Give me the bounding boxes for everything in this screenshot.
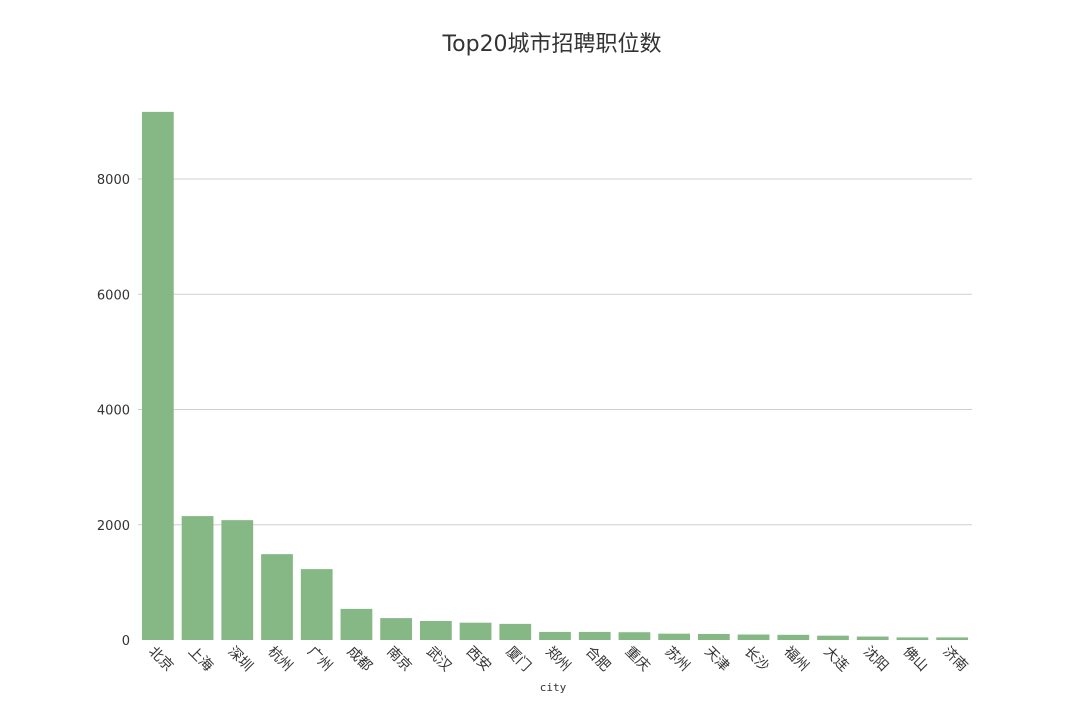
x-tick-label: 长沙 — [741, 644, 772, 675]
bar — [340, 608, 373, 640]
x-tick-label: 武汉 — [423, 644, 454, 675]
y-tick-label: 2000 — [97, 519, 130, 534]
x-axis-label: city — [540, 681, 567, 694]
x-tick-label: 上海 — [185, 644, 216, 675]
bar — [856, 636, 889, 640]
bar — [777, 634, 810, 640]
bar — [459, 622, 492, 640]
x-tick-label: 合肥 — [582, 644, 613, 675]
bar — [221, 520, 254, 640]
x-tick-label: 成都 — [344, 644, 375, 675]
x-tick-label: 重庆 — [622, 644, 653, 675]
bar — [658, 633, 691, 640]
bar — [380, 618, 413, 640]
bar — [936, 637, 969, 640]
x-tick-label: 杭州 — [264, 644, 295, 675]
bar — [261, 554, 293, 640]
x-tick-label: 北京 — [145, 644, 176, 675]
y-tick-label: 0 — [122, 634, 130, 649]
y-axis-ticks: 0 2000 4000 6000 8000 — [97, 173, 130, 649]
bar — [578, 631, 611, 640]
x-tick-label: 苏州 — [661, 644, 692, 675]
y-tick-label: 8000 — [97, 173, 130, 188]
bar — [419, 620, 452, 640]
x-tick-label: 厦门 — [503, 644, 534, 675]
x-tick-label: 济南 — [939, 644, 970, 675]
x-tick-label: 沈阳 — [860, 644, 891, 675]
bar — [737, 634, 770, 640]
x-tick-label: 南京 — [383, 644, 414, 675]
bar — [181, 516, 214, 640]
x-tick-label: 深圳 — [225, 644, 256, 675]
bar — [896, 637, 929, 640]
x-tick-label: 郑州 — [542, 644, 573, 675]
x-axis-ticks: 北京 上海 深圳 杭州 广州 成都 南京 武汉 西安 厦门 郑州 合肥 重庆 苏州 天津 长沙 福州 大连 沈阳 佛山… — [145, 644, 970, 675]
gridlines — [138, 178, 972, 526]
bar — [817, 635, 849, 640]
x-tick-label: 福州 — [781, 644, 812, 675]
bar — [618, 632, 651, 640]
bar — [539, 631, 571, 640]
bar — [499, 623, 532, 640]
y-tick-label: 6000 — [97, 288, 130, 303]
y-tick-label: 4000 — [97, 404, 130, 419]
bar — [697, 633, 730, 640]
bars — [141, 111, 969, 640]
x-tick-label: 广州 — [304, 644, 335, 675]
x-tick-label: 西安 — [463, 644, 494, 675]
bar — [300, 569, 333, 640]
x-tick-label: 大连 — [820, 644, 851, 675]
x-tick-label: 天津 — [701, 644, 732, 675]
bar-chart: 0 2000 4000 6000 8000 北京 上海 深圳 杭州 广州 成都 南京 武汉 西安 厦门 郑州… — [97, 111, 972, 694]
x-tick-label: 佛山 — [900, 644, 931, 675]
bar — [141, 111, 174, 640]
